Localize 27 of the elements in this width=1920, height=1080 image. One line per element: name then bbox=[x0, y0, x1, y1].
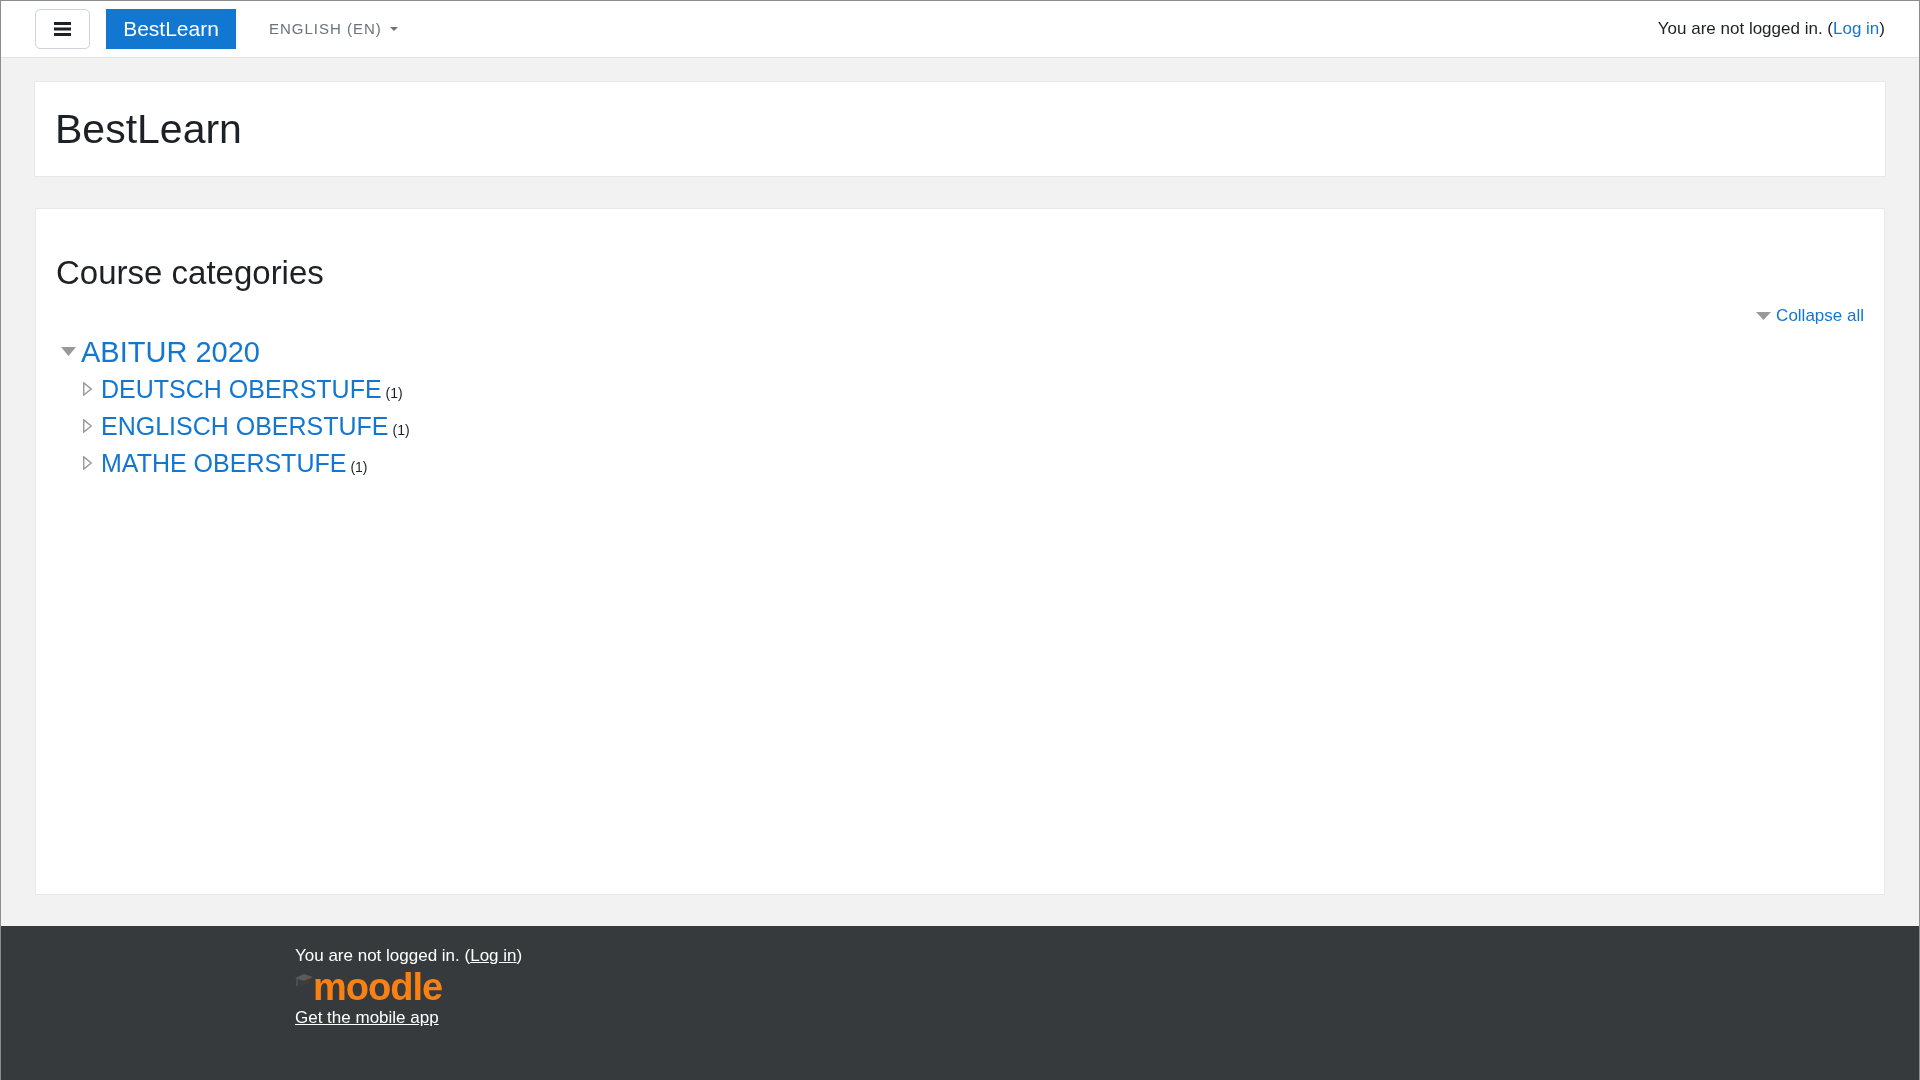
category-link[interactable]: MATHE OBERSTUFE bbox=[101, 447, 347, 478]
category-link[interactable]: ABITUR 2020 bbox=[81, 334, 260, 369]
logo-wordmark: moodle bbox=[313, 968, 443, 1006]
login-notice: You are not logged in. (Log in) bbox=[295, 945, 523, 967]
login-link[interactable]: Log in bbox=[1833, 19, 1880, 39]
collapse-all-link[interactable]: Collapse all bbox=[1756, 304, 1864, 328]
graduation-cap-icon bbox=[295, 974, 313, 987]
category-link[interactable]: ENGLISCH OBERSTUFE bbox=[101, 410, 389, 441]
triangle-right-icon[interactable] bbox=[83, 455, 92, 470]
triangle-right-icon[interactable] bbox=[83, 381, 92, 396]
course-count: (1) bbox=[350, 457, 368, 476]
triangle-right-icon[interactable] bbox=[83, 418, 92, 433]
category-link[interactable]: DEUTSCH OBERSTUFE bbox=[101, 373, 382, 404]
language-menu[interactable]: ENGLISH (EN) bbox=[269, 17, 398, 41]
triangle-down-icon[interactable] bbox=[61, 347, 76, 356]
course-count: (1) bbox=[392, 420, 410, 439]
course-count: (1) bbox=[385, 383, 403, 402]
menu-button[interactable] bbox=[35, 9, 90, 49]
menu-icon bbox=[54, 22, 71, 36]
login-notice: You are not logged in. (Log in) bbox=[1657, 18, 1885, 41]
triangle-down-icon bbox=[1756, 312, 1772, 320]
login-link[interactable]: Log in bbox=[470, 946, 517, 965]
mobile-app-link[interactable]: Get the mobile app bbox=[295, 1006, 439, 1030]
section-heading: Course categories bbox=[56, 253, 324, 293]
brand-link[interactable]: BestLearn bbox=[106, 9, 236, 49]
caret-down-icon bbox=[389, 27, 398, 31]
site-title: BestLearn bbox=[55, 105, 242, 153]
